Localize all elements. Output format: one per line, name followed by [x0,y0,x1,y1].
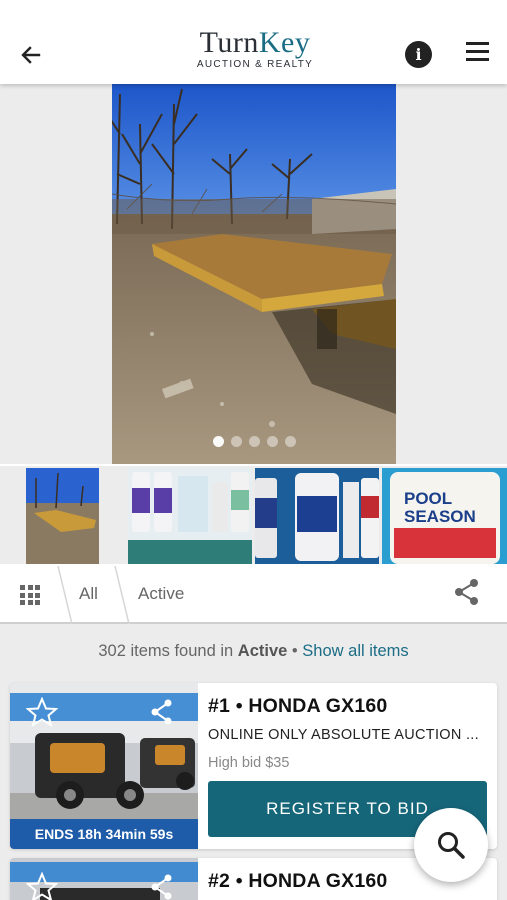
gallery-thumbnails: POOL SEASON [0,466,507,564]
thumbnail-metal-control[interactable] [255,468,379,564]
thumbnail-pool-chemicals[interactable] [128,468,252,564]
search-icon [438,832,465,859]
ends-countdown: ENDS 18h 34min 59s [10,819,198,849]
share-icon[interactable] [454,578,480,606]
lot-share-icon[interactable] [150,699,174,725]
back-button[interactable] [14,38,48,72]
results-count: 302 items found in [98,642,234,660]
svg-text:SEASON: SEASON [404,507,476,526]
favorite-star-icon[interactable] [26,872,58,900]
hero-image-trailer[interactable] [112,84,396,464]
image-gallery [0,84,507,464]
gallery-dot[interactable] [248,436,260,447]
logo-text-key: Key [258,26,311,59]
logo-text-turn: Turn [199,26,259,59]
lot-image[interactable] [10,858,198,900]
filter-tab-all[interactable]: All [79,584,98,604]
info-button[interactable]: i [405,41,432,68]
svg-text:POOL: POOL [404,489,452,508]
gallery-dot[interactable] [284,436,296,447]
logo-subtitle: AUCTION & REALTY [196,59,314,70]
favorite-star-icon[interactable] [26,697,58,727]
breadcrumb-separator [114,566,130,624]
hamburger-menu-icon[interactable] [462,42,492,68]
results-separator: • [291,642,298,660]
lot-auction-name: ONLINE ONLY ABSOLUTE AUCTION ... [208,727,479,743]
turnkey-logo[interactable]: TurnKey AUCTION & REALTY [170,26,340,71]
arrow-left-icon [21,46,41,64]
breadcrumb-separator [57,566,73,624]
search-fab-button[interactable] [414,808,488,882]
results-count-line: 302 items found in Active • Show all ite… [0,642,507,661]
results-status: Active [237,642,288,660]
lot-high-bid: High bid $35 [208,755,290,771]
filter-tab-active[interactable]: Active [138,584,184,604]
app-header: TurnKey AUCTION & REALTY i [0,0,507,84]
grid-view-icon[interactable] [20,585,40,605]
thumbnail-trailer[interactable] [26,468,99,564]
filter-bar: All Active [0,566,507,624]
lot-share-icon[interactable] [150,874,174,900]
lot-title[interactable]: #2 • HONDA GX160 [208,870,387,893]
gallery-dot[interactable] [212,436,224,447]
gallery-pagination[interactable] [112,436,396,447]
gallery-dot[interactable] [266,436,278,447]
lot-title[interactable]: #1 • HONDA GX160 [208,695,387,718]
info-icon: i [415,45,422,64]
show-all-items-link[interactable]: Show all items [302,642,408,660]
thumbnail-pool-season[interactable]: POOL SEASON [382,468,507,564]
gallery-dot[interactable] [230,436,242,447]
lot-image[interactable]: ENDS 18h 34min 59s [10,683,198,849]
